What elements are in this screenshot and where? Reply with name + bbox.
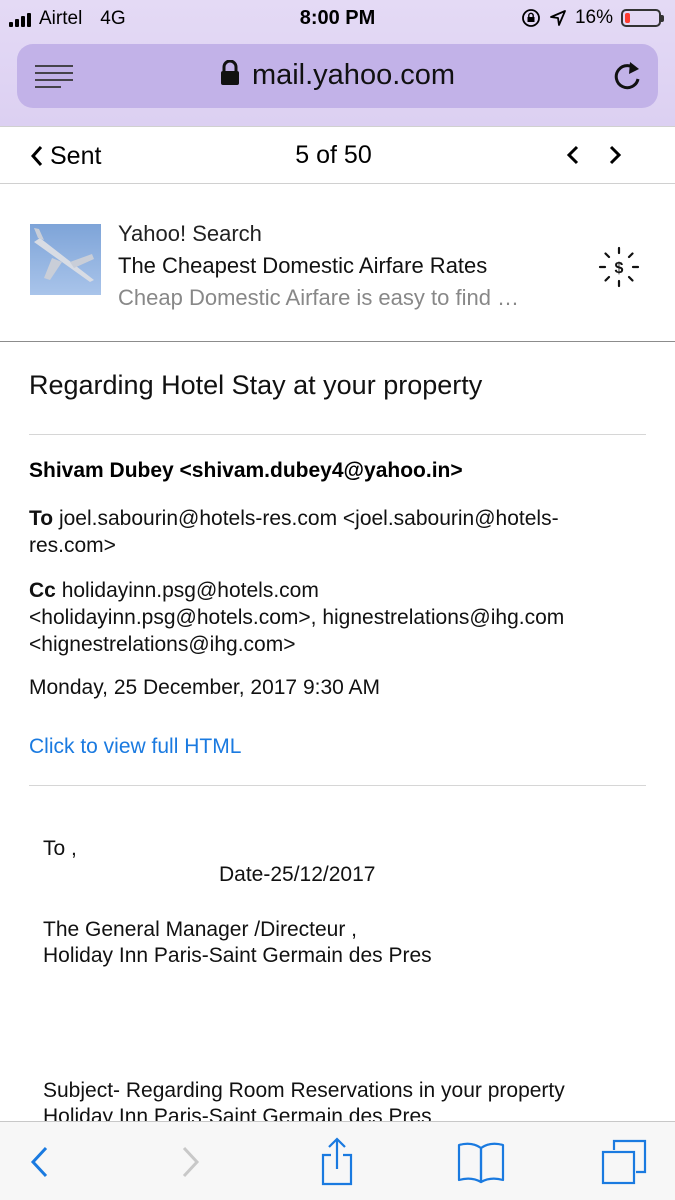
url-text: mail.yahoo.com <box>251 59 456 91</box>
to-address-line2: res.com> <box>29 534 116 557</box>
reload-icon[interactable] <box>612 60 642 92</box>
letter-recipient-title: The General Manager /Directeur , <box>43 918 357 941</box>
cc-address-line1: holidayinn.psg@hotels.com <box>61 579 319 602</box>
letter-recipient-hotel: Holiday Inn Paris-Saint Germain des Pres <box>43 944 432 967</box>
view-full-html-link[interactable]: Click to view full HTML <box>29 735 241 759</box>
cc-address-line2: <holidayinn.psg@hotels.com>, hignestrela… <box>29 606 565 629</box>
bookmarks-icon <box>457 1142 505 1183</box>
cc-address-line3: <hignestrelations@ihg.com> <box>29 633 296 656</box>
ad-text: Yahoo! Search The Cheapest Domestic Airf… <box>118 218 519 314</box>
forward-button[interactable] <box>164 1122 216 1200</box>
bookmarks-button[interactable] <box>453 1122 509 1200</box>
cc-recipients[interactable]: Cc holidayinn.psg@hotels.com <holidayinn… <box>29 577 639 658</box>
message-position-text: 5 of 50 <box>295 141 372 169</box>
letter-subject-line1: Subject- Regarding Room Reservations in … <box>43 1079 565 1102</box>
sponsored-ad[interactable]: Yahoo! Search The Cheapest Domestic Airf… <box>0 185 675 342</box>
email-sender[interactable]: Shivam Dubey <shivam.dubey4@yahoo.in> <box>29 459 463 483</box>
status-bar: Airtel 4G 8:00 PM 16% <box>0 0 675 38</box>
orientation-lock-icon <box>522 9 540 27</box>
location-icon <box>550 10 566 26</box>
back-arrow-icon <box>30 1146 48 1177</box>
to-recipients[interactable]: To joel.sabourin@hotels-res.com <joel.sa… <box>29 505 639 559</box>
status-right: 16% <box>521 7 664 29</box>
browser-toolbar <box>0 1121 675 1200</box>
divider <box>29 434 646 435</box>
share-icon <box>321 1136 353 1185</box>
letter-to: To , <box>43 837 77 860</box>
message-arrows <box>563 131 625 179</box>
lock-icon <box>220 60 239 85</box>
battery-icon <box>621 9 664 27</box>
tabs-icon <box>601 1139 647 1184</box>
airplane-thumbnail <box>30 224 101 295</box>
browser-chrome: Airtel 4G 8:00 PM 16% mail.yahoo.com <box>0 0 675 126</box>
battery-percent: 16% <box>574 7 613 28</box>
battery-level <box>625 13 630 23</box>
ad-description: Cheap Domestic Airfare is easy to find … <box>118 285 520 310</box>
email-subject: Regarding Hotel Stay at your property <box>29 370 483 400</box>
to-label: To <box>29 507 54 530</box>
back-button[interactable] <box>14 1122 66 1200</box>
svg-text:$: $ <box>615 260 624 277</box>
tabs-button[interactable] <box>597 1122 651 1200</box>
previous-message-icon[interactable] <box>563 131 583 179</box>
letter-date: Date-25/12/2017 <box>219 863 376 886</box>
address-bar[interactable]: mail.yahoo.com <box>17 44 658 108</box>
sponsored-dollar-icon[interactable]: $ <box>598 246 640 288</box>
to-address-line1: joel.sabourin@hotels-res.com <joel.sabou… <box>58 507 559 530</box>
ad-sponsor: Yahoo! Search <box>118 221 262 246</box>
forward-arrow-icon <box>182 1146 200 1177</box>
email-date: Monday, 25 December, 2017 9:30 AM <box>29 676 380 699</box>
ad-headline[interactable]: The Cheapest Domestic Airfare Rates <box>118 250 519 282</box>
divider <box>29 785 646 786</box>
url-display[interactable]: mail.yahoo.com <box>17 59 658 92</box>
share-button[interactable] <box>311 1122 363 1200</box>
cc-label: Cc <box>29 579 56 602</box>
mail-navigation: Sent 5 of 50 <box>0 126 675 184</box>
next-message-icon[interactable] <box>605 131 625 179</box>
